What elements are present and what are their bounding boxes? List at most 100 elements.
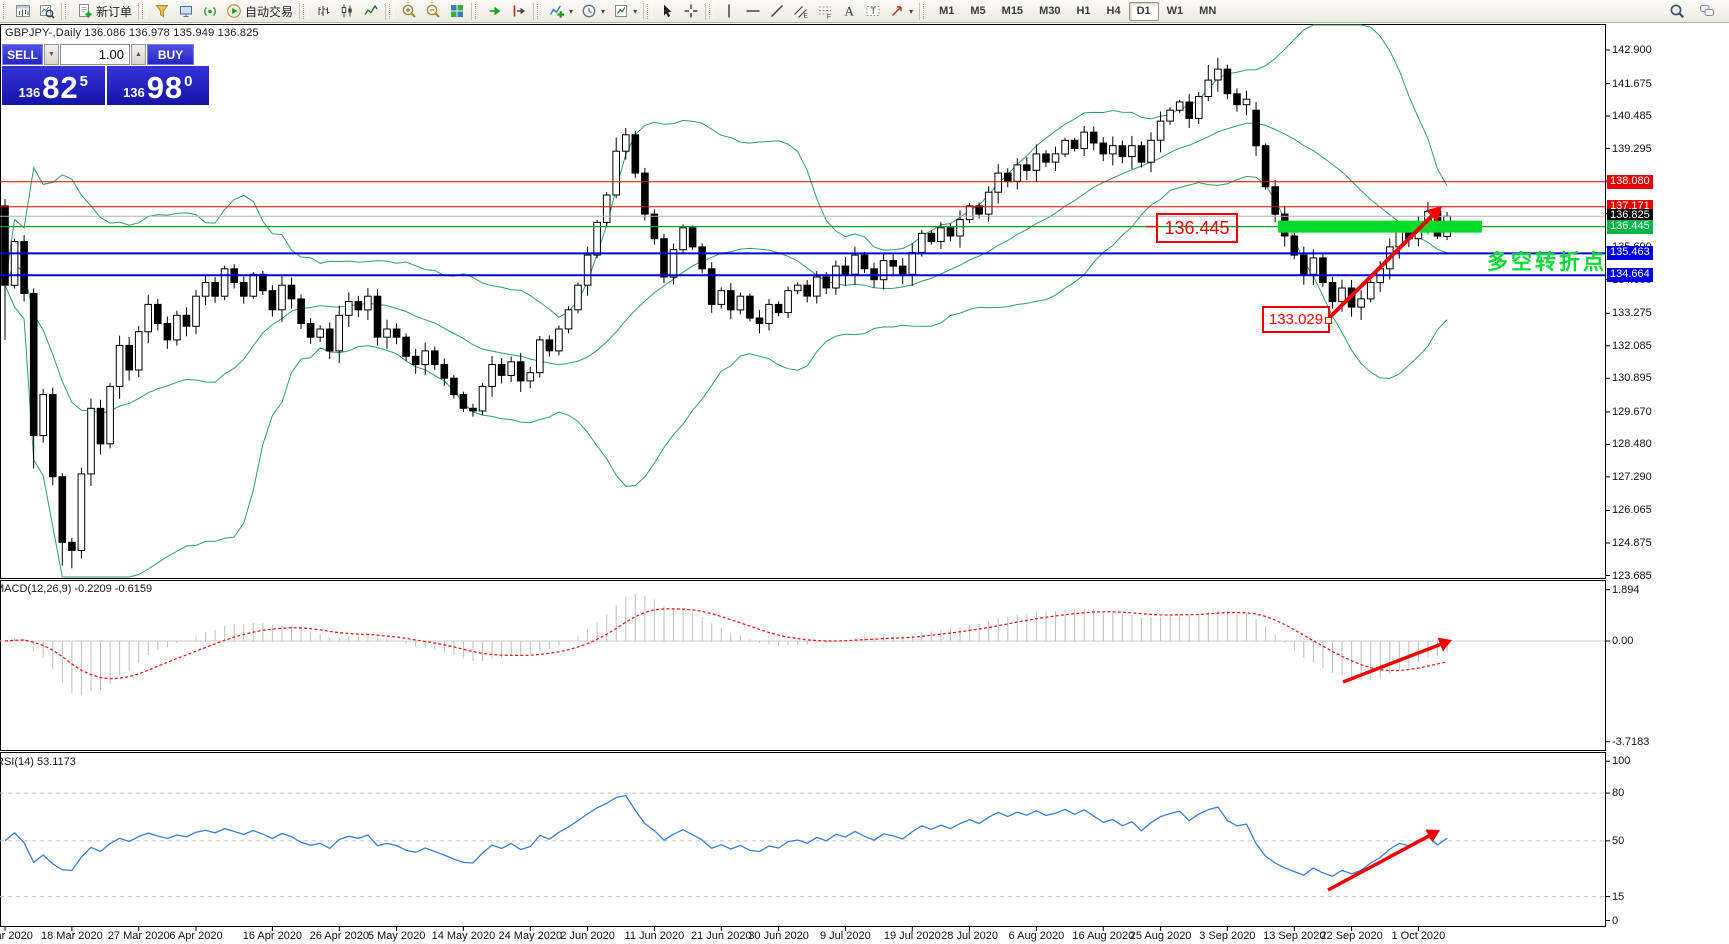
price-line-label-136.445[interactable]: 136.445: [1607, 220, 1653, 234]
vertical-line-button[interactable]: [717, 2, 741, 21]
timeframe-h4-button[interactable]: H4: [1099, 2, 1129, 21]
one-click-trade-panel: SELL ▼ ▲ BUY 136 82 5 136 98 0: [2, 44, 209, 106]
templates-button[interactable]: ▾: [609, 2, 641, 21]
autotrade-icon: [226, 3, 242, 19]
indicators-button[interactable]: ▾: [545, 2, 577, 21]
trend-line-button[interactable]: [765, 2, 789, 21]
svg-text:A: A: [845, 4, 855, 19]
zoom-in-icon: [401, 3, 417, 19]
dropdown-caret-icon: ▾: [633, 7, 637, 16]
new-order-icon: [77, 3, 93, 19]
funnel-icon: [154, 3, 170, 19]
tile-windows-button[interactable]: [445, 2, 469, 21]
channel-icon: E: [793, 3, 809, 19]
timeframe-m1-button[interactable]: M1: [931, 2, 962, 21]
bar-chart-button[interactable]: [311, 2, 335, 21]
chart-preview-button[interactable]: [35, 2, 59, 21]
toolbar-drag-handle: [923, 4, 928, 19]
svg-text:F: F: [827, 14, 831, 20]
new-order-label: 新订单: [96, 3, 132, 20]
vertical-line-icon: [721, 3, 737, 19]
chat-button[interactable]: [1695, 2, 1719, 21]
timeframe-mn-button[interactable]: MN: [1191, 2, 1224, 21]
new-order-button[interactable]: 新订单: [73, 2, 136, 21]
dropdown-caret-icon: ▾: [601, 7, 605, 16]
tile-windows-icon: [449, 3, 465, 19]
client-terminal-button[interactable]: [174, 2, 198, 21]
chart-shift-icon: [511, 3, 527, 19]
symbol-ohlc-header: GBPJPY-,Daily 136.086 136.978 135.949 13…: [5, 27, 259, 39]
sell-price-display[interactable]: 136 82 5: [2, 66, 105, 105]
chart-shift-button[interactable]: [507, 2, 531, 21]
price-line-label-135.463[interactable]: 135.463: [1607, 246, 1653, 260]
swing-low-price-label[interactable]: 133.029: [1262, 306, 1330, 333]
label-tool-button[interactable]: T: [861, 2, 885, 21]
swing-low-text: 133.029: [1269, 311, 1323, 328]
timeframe-m15-button[interactable]: M15: [994, 2, 1031, 21]
fibonacci-button[interactable]: F: [813, 2, 837, 21]
support-price-label[interactable]: 136.445: [1156, 213, 1238, 243]
turning-point-note[interactable]: 多空转折点: [1487, 246, 1607, 276]
buy-price-prefix: 136: [123, 85, 145, 100]
search-icon: [1669, 3, 1685, 19]
selection-handle[interactable]: [1325, 317, 1332, 324]
chart-window-button[interactable]: [11, 2, 35, 21]
autotrade-button[interactable]: 自动交易: [222, 2, 297, 21]
label-tool-icon: T: [865, 3, 881, 19]
timeframe-d1-button[interactable]: D1: [1129, 2, 1159, 21]
timeframe-m30-button[interactable]: M30: [1031, 2, 1068, 21]
auto-scroll-button[interactable]: [483, 2, 507, 21]
volume-spinner-down[interactable]: ▼: [44, 44, 59, 65]
sell-price-sup: 5: [80, 73, 88, 90]
auto-scroll-icon: [487, 3, 503, 19]
sell-price-prefix: 136: [18, 85, 40, 100]
channel-button[interactable]: E: [789, 2, 813, 21]
periods-button[interactable]: ▾: [577, 2, 609, 21]
volume-spinner-up[interactable]: ▲: [131, 44, 146, 65]
chart-window-icon: [15, 3, 31, 19]
line-chart-button[interactable]: [359, 2, 383, 21]
horizontal-line-button[interactable]: [741, 2, 765, 21]
dropdown-caret-icon: ▾: [909, 7, 913, 16]
toolbar-drag-handle: [709, 4, 714, 19]
market-signal-icon: [202, 3, 218, 19]
crosshair-icon: [683, 3, 699, 19]
market-signal-button[interactable]: [198, 2, 222, 21]
price-line-label-138.080[interactable]: 138.080: [1607, 175, 1653, 189]
zoom-out-button[interactable]: [421, 2, 445, 21]
zoom-in-button[interactable]: [397, 2, 421, 21]
arrows-tool-icon: [889, 3, 905, 19]
templates-icon: [613, 3, 629, 19]
text-tool-icon: A: [841, 3, 857, 19]
funnel-button[interactable]: [150, 2, 174, 21]
bar-chart-icon: [315, 3, 331, 19]
buy-price-display[interactable]: 136 98 0: [107, 66, 210, 105]
sell-button[interactable]: SELL: [2, 44, 43, 65]
main-toolbar: 新订单 自动交易 ▾ ▾ ▾ E F A T ▾ M1M5M15M30H1H4D1W1MN: [0, 0, 1729, 23]
toolbar-drag-handle: [537, 4, 542, 19]
candle-chart-button[interactable]: [335, 2, 359, 21]
price-line-label-134.664[interactable]: 134.664: [1607, 268, 1653, 282]
client-terminal-icon: [178, 3, 194, 19]
timeframe-m5-button[interactable]: M5: [962, 2, 993, 21]
buy-button[interactable]: BUY: [147, 44, 194, 65]
sell-price-big: 82: [42, 74, 78, 102]
indicators-icon: [549, 3, 565, 19]
cursor-button[interactable]: [655, 2, 679, 21]
autotrade-label: 自动交易: [245, 3, 293, 20]
svg-text:T: T: [871, 6, 877, 16]
timeframe-w1-button[interactable]: W1: [1159, 2, 1192, 21]
chat-icon: [1699, 3, 1715, 19]
toolbar-drag-handle: [303, 4, 308, 19]
toolbar-drag-handle: [475, 4, 480, 19]
text-tool-button[interactable]: A: [837, 2, 861, 21]
timeframe-h1-button[interactable]: H1: [1068, 2, 1098, 21]
arrows-tool-button[interactable]: ▾: [885, 2, 917, 21]
macd-indicator-label: MACD(12,26,9) -0.2209 -0.6159: [0, 583, 152, 595]
cursor-icon: [659, 3, 675, 19]
crosshair-button[interactable]: [679, 2, 703, 21]
volume-input[interactable]: [60, 44, 130, 65]
rsi-indicator-label: RSI(14) 53.1173: [0, 756, 76, 768]
search-button[interactable]: [1665, 2, 1689, 21]
dropdown-caret-icon: ▾: [569, 7, 573, 16]
